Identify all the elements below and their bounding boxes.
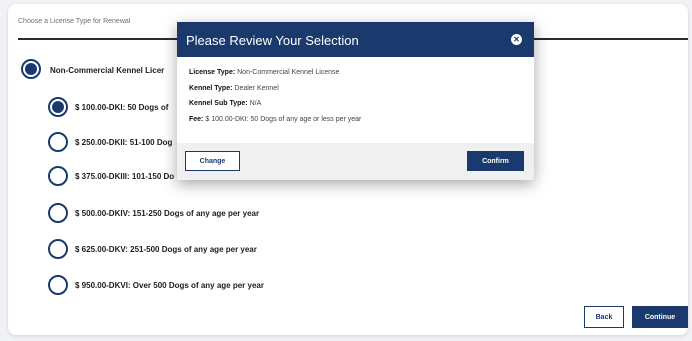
radio-option-dkii[interactable] — [48, 132, 68, 152]
detail-value: Dealer Kennel — [234, 85, 279, 92]
option-label-dkvi: $ 950.00-DKVI: Over 500 Dogs of any age … — [75, 281, 264, 290]
back-button[interactable]: Back — [584, 306, 624, 328]
detail-key: Kennel Sub Type: — [189, 100, 248, 107]
detail-key: Kennel Type: — [189, 85, 233, 92]
continue-button[interactable]: Continue — [632, 306, 688, 328]
detail-fee: Fee: $ 100.00-DKI: 50 Dogs of any age or… — [189, 116, 361, 123]
option-label-dkiv: $ 500.00-DKIV: 151-250 Dogs of any age p… — [75, 209, 260, 218]
radio-option-dkv[interactable] — [48, 239, 68, 259]
option-label-dkiii: $ 375.00-DKIII: 101-150 Do — [75, 172, 175, 181]
close-icon[interactable]: ✕ — [511, 34, 522, 45]
option-label-non-commercial-kennel: Non-Commercial Kennel Licer — [50, 66, 165, 75]
confirm-button[interactable]: Confirm — [467, 151, 524, 171]
radio-option-dkiii[interactable] — [48, 166, 68, 186]
radio-option-dkvi[interactable] — [48, 275, 68, 295]
modal-header: Please Review Your Selection ✕ — [177, 22, 534, 57]
radio-option-dki[interactable] — [48, 97, 68, 117]
detail-kennel-sub-type: Kennel Sub Type: N/A — [189, 100, 261, 107]
detail-value: $ 100.00-DKI: 50 Dogs of any age or less… — [205, 116, 362, 123]
detail-key: License Type: — [189, 69, 236, 76]
detail-value: Non-Commercial Kennel License — [237, 69, 340, 76]
detail-kennel-type: Kennel Type: Dealer Kennel — [189, 85, 279, 92]
option-label-dkv: $ 625.00-DKV: 251-500 Dogs of any age pe… — [75, 245, 257, 254]
detail-key: Fee: — [189, 116, 204, 123]
option-label-dki: $ 100.00-DKI: 50 Dogs of — [75, 103, 169, 112]
prompt-text: Choose a License Type for Renewal — [18, 18, 131, 25]
change-button[interactable]: Change — [185, 151, 240, 171]
modal-footer: Change Confirm — [177, 143, 534, 180]
modal-title: Please Review Your Selection — [186, 33, 359, 48]
radio-non-commercial-kennel[interactable] — [21, 59, 41, 79]
radio-option-dkiv[interactable] — [48, 203, 68, 223]
option-label-dkii: $ 250.00-DKII: 51-100 Dog — [75, 138, 173, 147]
detail-value: N/A — [249, 100, 262, 107]
review-selection-modal: Please Review Your Selection ✕ License T… — [177, 22, 534, 180]
detail-license-type: License Type: Non-Commercial Kennel Lice… — [189, 69, 339, 76]
